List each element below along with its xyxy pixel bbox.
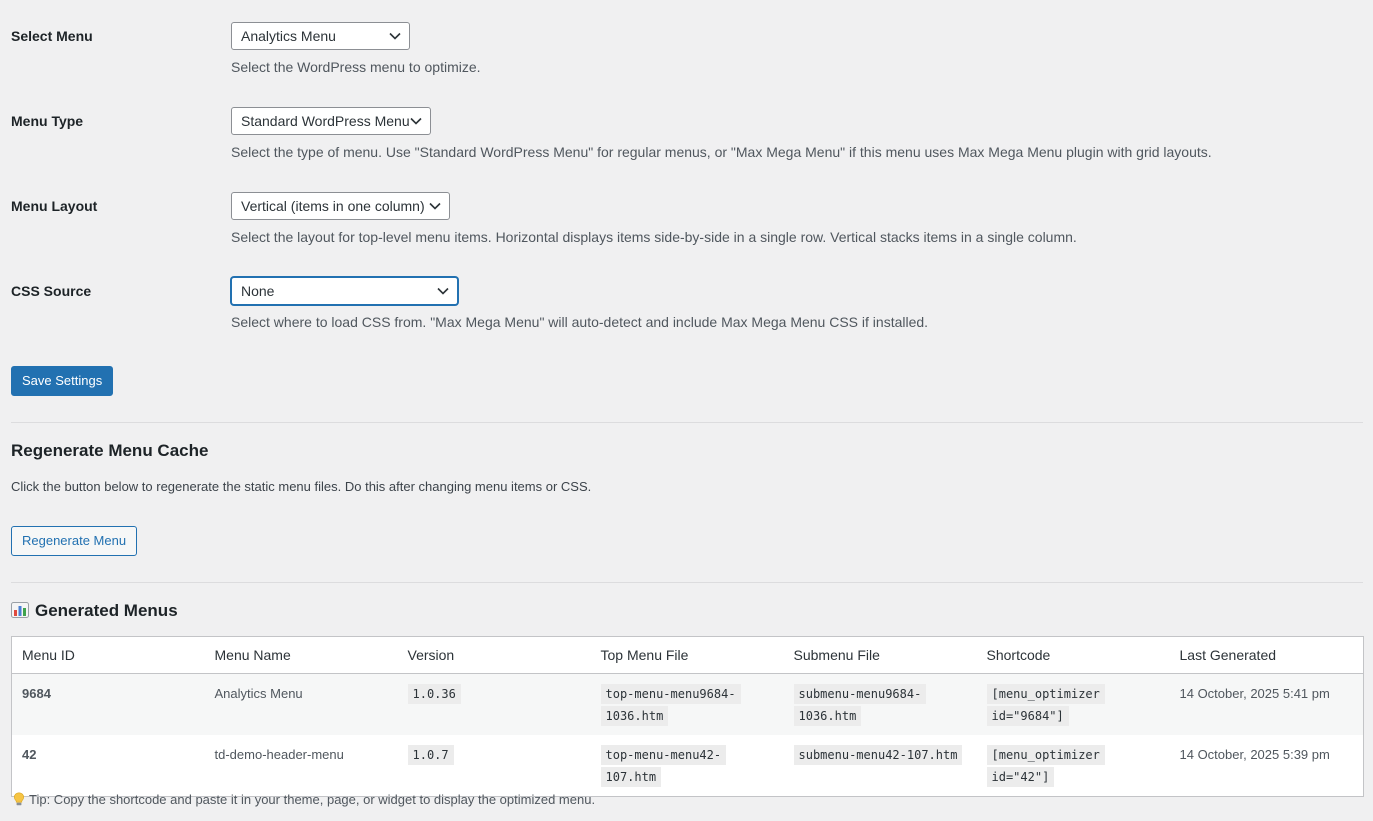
tip-text: Tip: Copy the shortcode and paste it in … xyxy=(29,792,596,807)
css-source-description: Select where to load CSS from. "Max Mega… xyxy=(231,314,929,330)
select-menu-description: Select the WordPress menu to optimize. xyxy=(231,59,481,75)
generated-menus-table: Menu ID Menu Name Version Top Menu File … xyxy=(11,636,1364,797)
version-cell: 1.0.7 xyxy=(397,735,591,797)
menu-id-cell: 42 xyxy=(11,735,205,797)
regenerate-menu-button[interactable]: Regenerate Menu xyxy=(11,526,138,556)
regenerate-description: Click the button below to regenerate the… xyxy=(11,479,592,494)
chevron-down-icon xyxy=(389,32,401,40)
top-menu-file-cell: top-menu-menu9684- 1036.htm xyxy=(590,673,784,735)
last-generated-cell: 14 October, 2025 5:39 pm xyxy=(1169,735,1364,797)
column-header: Menu ID xyxy=(11,636,205,674)
divider xyxy=(11,582,1363,583)
submenu-file-code[interactable]: submenu-menu9684- 1036.htm xyxy=(793,684,927,726)
top-menu-file-code[interactable]: top-menu-menu42- 107.htm xyxy=(600,745,727,787)
css-source-dropdown[interactable]: None xyxy=(231,277,458,305)
tip-text-row: Tip: Copy the shortcode and paste it in … xyxy=(13,792,595,807)
menu-type-label: Menu Type xyxy=(11,113,84,129)
column-header: Last Generated xyxy=(1169,636,1364,674)
save-settings-button[interactable]: Save Settings xyxy=(11,366,114,396)
menu-layout-label: Menu Layout xyxy=(11,198,98,214)
column-header: Shortcode xyxy=(976,636,1170,674)
version-code: 1.0.36 xyxy=(407,684,461,704)
shortcode-code[interactable]: [menu_optimizer id="9684"] xyxy=(986,684,1105,726)
generated-menus-heading: Generated Menus xyxy=(11,601,178,621)
chevron-down-icon xyxy=(429,202,441,210)
menu-type-dropdown[interactable]: Standard WordPress Menu xyxy=(231,107,431,135)
table-header-row: Menu ID Menu Name Version Top Menu File … xyxy=(11,636,1364,674)
shortcode-code[interactable]: [menu_optimizer id="42"] xyxy=(986,745,1105,787)
column-header: Menu Name xyxy=(204,636,398,674)
column-header: Version xyxy=(397,636,591,674)
divider xyxy=(11,422,1363,423)
top-menu-file-cell: top-menu-menu42- 107.htm xyxy=(590,735,784,797)
submenu-file-cell: submenu-menu9684- 1036.htm xyxy=(783,673,977,735)
version-code: 1.0.7 xyxy=(407,745,454,765)
version-cell: 1.0.36 xyxy=(397,673,591,735)
menu-layout-description: Select the layout for top-level menu ite… xyxy=(231,229,1077,245)
menu-layout-dropdown[interactable]: Vertical (items in one column) xyxy=(231,192,450,220)
css-source-label: CSS Source xyxy=(11,283,92,299)
last-generated-cell: 14 October, 2025 5:41 pm xyxy=(1169,673,1364,735)
bar-chart-icon xyxy=(11,602,29,618)
regenerate-title: Regenerate Menu Cache xyxy=(11,441,209,460)
menu-name-cell: td-demo-header-menu xyxy=(204,735,398,797)
menu-layout-value: Vertical (items in one column) xyxy=(241,198,425,214)
column-header: Submenu File xyxy=(783,636,977,674)
menu-type-description: Select the type of menu. Use "Standard W… xyxy=(231,144,1212,160)
table-row: 42 td-demo-header-menu 1.0.7 top-menu-me… xyxy=(11,735,1364,797)
shortcode-cell: [menu_optimizer id="9684"] xyxy=(976,673,1170,735)
chevron-down-icon xyxy=(437,287,449,295)
submenu-file-cell: submenu-menu42-107.htm xyxy=(783,735,977,797)
menu-id-cell: 9684 xyxy=(11,673,205,735)
menu-name-cell: Analytics Menu xyxy=(204,673,398,735)
chevron-down-icon xyxy=(410,117,422,125)
generated-menus-title: Generated Menus xyxy=(35,601,178,620)
lightbulb-icon xyxy=(13,792,25,806)
submenu-file-code[interactable]: submenu-menu42-107.htm xyxy=(793,745,963,765)
column-header: Top Menu File xyxy=(590,636,784,674)
select-menu-dropdown[interactable]: Analytics Menu xyxy=(231,22,410,50)
select-menu-label: Select Menu xyxy=(11,28,93,44)
table-row: 9684 Analytics Menu 1.0.36 top-menu-menu… xyxy=(11,673,1364,735)
select-menu-value: Analytics Menu xyxy=(241,28,336,44)
shortcode-cell: [menu_optimizer id="42"] xyxy=(976,735,1170,797)
top-menu-file-code[interactable]: top-menu-menu9684- 1036.htm xyxy=(600,684,741,726)
css-source-value: None xyxy=(241,283,275,299)
menu-type-value: Standard WordPress Menu xyxy=(241,113,410,129)
